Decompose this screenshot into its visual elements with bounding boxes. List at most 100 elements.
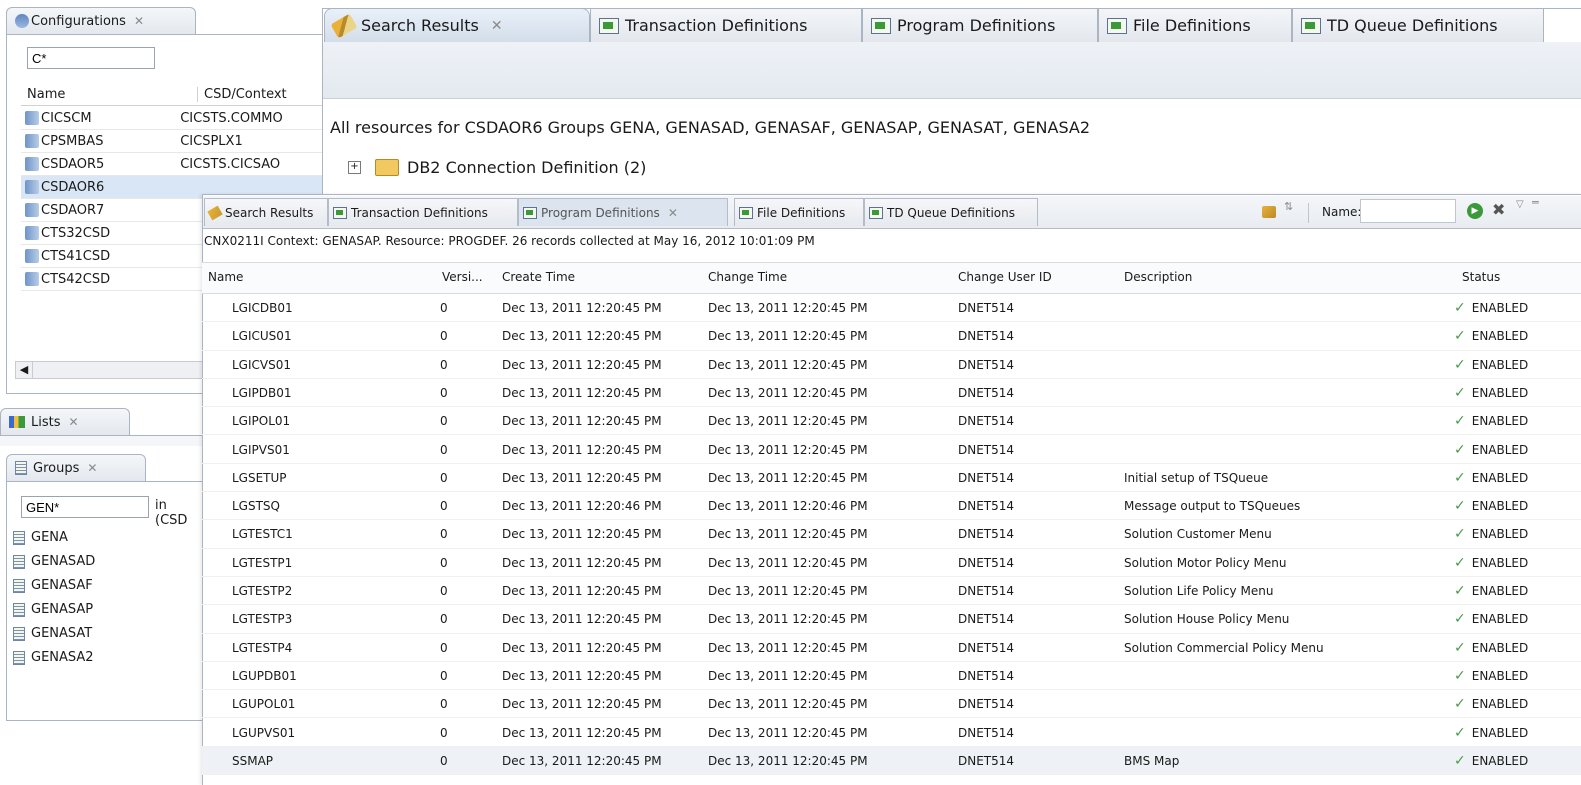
minimize-icon[interactable]: ═ <box>1532 196 1539 209</box>
table-row[interactable]: LGIPOL01 0 Dec 13, 2011 12:20:45 PM Dec 13,… <box>202 407 1581 436</box>
tab-program-definitions[interactable]: Program Definitions <box>862 8 1098 42</box>
name-filter-input[interactable] <box>1360 199 1456 223</box>
cell-status: ✓ ENABLED <box>1454 492 1528 520</box>
table-row[interactable]: CPSMBAS CICSPLX1 <box>21 130 339 153</box>
groups-filter-input[interactable] <box>21 496 149 518</box>
cell-description: Solution Customer Menu <box>1124 527 1272 542</box>
cell-description: Solution Motor Policy Menu <box>1124 555 1287 570</box>
refresh-key-icon[interactable] <box>1262 206 1276 218</box>
column-header-change-user-id[interactable]: Change User ID <box>958 262 1052 292</box>
list-item[interactable]: GENASAD <box>13 550 95 573</box>
cell-change-time: Dec 13, 2011 12:20:45 PM <box>708 725 868 740</box>
check-icon: ✓ <box>1454 667 1466 684</box>
groups-view-tab[interactable]: Groups ✕ <box>6 454 146 481</box>
close-icon[interactable]: ✕ <box>668 206 678 220</box>
search-results-icon <box>330 13 358 38</box>
transaction-definitions-icon <box>599 17 619 34</box>
list-item[interactable]: GENASAT <box>13 622 92 645</box>
table-row[interactable]: LGIPVS01 0 Dec 13, 2011 12:20:45 PM Dec 13,… <box>202 436 1581 464</box>
table-row[interactable]: LGTESTP2 0 Dec 13, 2011 12:20:45 PM Dec 13,… <box>202 577 1581 606</box>
table-row[interactable]: LGTESTP4 0 Dec 13, 2011 12:20:45 PM Dec 13,… <box>202 634 1581 662</box>
list-item[interactable]: GENASAP <box>13 598 93 621</box>
table-row[interactable]: LGICUS01 0 Dec 13, 2011 12:20:45 PM Dec 13,… <box>202 322 1581 351</box>
table-row[interactable]: LGUPVS01 0 Dec 13, 2011 12:20:45 PM Dec 13,… <box>202 719 1581 747</box>
program-definitions-icon <box>871 17 891 34</box>
cell-version: 0 <box>440 725 448 740</box>
run-filter-icon[interactable]: ▶ <box>1467 203 1483 219</box>
cell-status: ✓ ENABLED <box>1454 747 1528 775</box>
tab-file-definitions[interactable]: File Definitions <box>1098 8 1292 42</box>
list-item[interactable]: GENASA2 <box>13 646 94 669</box>
column-header-change-time[interactable]: Change Time <box>708 262 787 292</box>
table-row[interactable]: LGTESTP3 0 Dec 13, 2011 12:20:45 PM Dec 13,… <box>202 605 1581 634</box>
view-menu-icon[interactable]: ▽ <box>1516 199 1524 210</box>
close-icon[interactable]: ✕ <box>69 415 79 429</box>
inner-tab-td-queue-definitions[interactable]: TD Queue Definitions <box>864 198 1038 226</box>
column-header-name[interactable]: Name <box>208 262 243 292</box>
table-row[interactable]: CICSCM CICSTS.COMMO <box>21 107 339 130</box>
configurations-filter-input[interactable] <box>27 47 155 69</box>
lists-view-tab[interactable]: Lists ✕ <box>0 408 130 435</box>
configurations-view-tab[interactable]: Configurations ✕ <box>6 7 196 34</box>
inner-tab-file-definitions[interactable]: File Definitions <box>734 198 864 226</box>
clear-filter-icon[interactable]: ✖ <box>1492 200 1505 219</box>
groups-tab-label: Groups <box>33 460 80 476</box>
tree-item-db2-connection[interactable]: + DB2 Connection Definition (2) <box>348 158 646 177</box>
table-row[interactable]: LGUPDB01 0 Dec 13, 2011 12:20:45 PM Dec 13,… <box>202 662 1581 691</box>
tab-transaction-definitions[interactable]: Transaction Definitions <box>590 8 862 42</box>
table-row[interactable]: LGTESTC1 0 Dec 13, 2011 12:20:45 PM Dec 13,… <box>202 520 1581 549</box>
cell-change-user-id: DNET514 <box>958 499 1015 514</box>
cell-change-user-id: DNET514 <box>958 385 1015 400</box>
cell-change-time: Dec 13, 2011 12:20:45 PM <box>708 555 868 570</box>
status-text: ENABLED <box>1471 612 1529 627</box>
close-icon[interactable]: ✕ <box>491 18 503 34</box>
column-header-name[interactable]: Name <box>21 87 197 102</box>
list-item[interactable]: GENASAF <box>13 574 93 597</box>
cell-name: LGIPDB01 <box>232 385 292 400</box>
cell-change-user-id: DNET514 <box>958 584 1015 598</box>
cell-change-time: Dec 13, 2011 12:20:45 PM <box>708 470 868 485</box>
inner-tab-program-definitions[interactable]: Program Definitions ✕ <box>518 198 728 226</box>
table-row[interactable]: LGUPOL01 0 Dec 13, 2011 12:20:45 PM Dec 13,… <box>202 690 1581 719</box>
list-item[interactable]: GENA <box>13 526 68 549</box>
tab-search-results[interactable]: Search Results ✕ <box>324 8 590 42</box>
close-icon[interactable]: ✕ <box>134 14 144 28</box>
sort-icon[interactable]: ⇅ <box>1284 201 1293 212</box>
cell-name: SSMAP <box>232 753 274 768</box>
expand-icon[interactable]: + <box>348 161 361 174</box>
table-row[interactable]: LGSETUP 0 Dec 13, 2011 12:20:45 PM Dec 13, … <box>202 464 1581 493</box>
column-header-description[interactable]: Description <box>1124 262 1192 292</box>
group-icon <box>13 578 25 593</box>
program-definitions-icon <box>523 206 537 219</box>
cell-create-time: Dec 13, 2011 12:20:45 PM <box>502 668 662 683</box>
close-icon[interactable]: ✕ <box>87 461 97 475</box>
database-icon <box>25 249 39 263</box>
table-row[interactable]: LGSTSQ 0 Dec 13, 2011 12:20:46 PM Dec 13, 2… <box>202 492 1581 521</box>
search-results-icon <box>207 205 223 220</box>
table-row[interactable]: LGICVS01 0 Dec 13, 2011 12:20:45 PM Dec 13,… <box>202 351 1581 379</box>
column-header-create-time[interactable]: Create Time <box>502 262 575 292</box>
scroll-left-icon[interactable]: ◀ <box>16 362 33 378</box>
cell-change-user-id: DNET514 <box>958 612 1015 627</box>
table-row[interactable]: SSMAP 0 Dec 13, 2011 12:20:45 PM Dec 13, 20… <box>202 746 1581 776</box>
inner-tab-search-results[interactable]: Search Results <box>204 198 328 226</box>
cell-version: 0 <box>440 329 448 344</box>
table-row[interactable]: LGIPDB01 0 Dec 13, 2011 12:20:45 PM Dec 13,… <box>202 379 1581 408</box>
cell-status: ✓ ENABLED <box>1454 690 1528 718</box>
cell-version: 0 <box>440 470 448 485</box>
cell-change-time: Dec 13, 2011 12:20:45 PM <box>708 385 868 400</box>
column-header-status[interactable]: Status <box>1462 262 1500 292</box>
cell-status: ✓ ENABLED <box>1454 662 1528 690</box>
cell-status: ✓ ENABLED <box>1454 634 1528 662</box>
cell-change-user-id: DNET514 <box>958 442 1015 457</box>
check-icon: ✓ <box>1454 300 1466 316</box>
table-row[interactable]: LGICDB01 0 Dec 13, 2011 12:20:45 PM Dec 13,… <box>202 294 1581 323</box>
tab-td-queue-definitions[interactable]: TD Queue Definitions <box>1292 8 1544 42</box>
table-row[interactable]: CSDAOR5 CICSTS.CICSAO <box>21 153 339 176</box>
status-text: ENABLED <box>1471 697 1529 712</box>
inner-tab-transaction-definitions[interactable]: Transaction Definitions <box>328 198 518 226</box>
column-header-csd-context[interactable]: CSD/Context <box>197 86 287 102</box>
table-row[interactable]: LGTESTP1 0 Dec 13, 2011 12:20:45 PM Dec 13,… <box>202 549 1581 577</box>
cell-status: ✓ ENABLED <box>1454 464 1528 492</box>
column-header-version[interactable]: Versi... <box>442 262 483 292</box>
